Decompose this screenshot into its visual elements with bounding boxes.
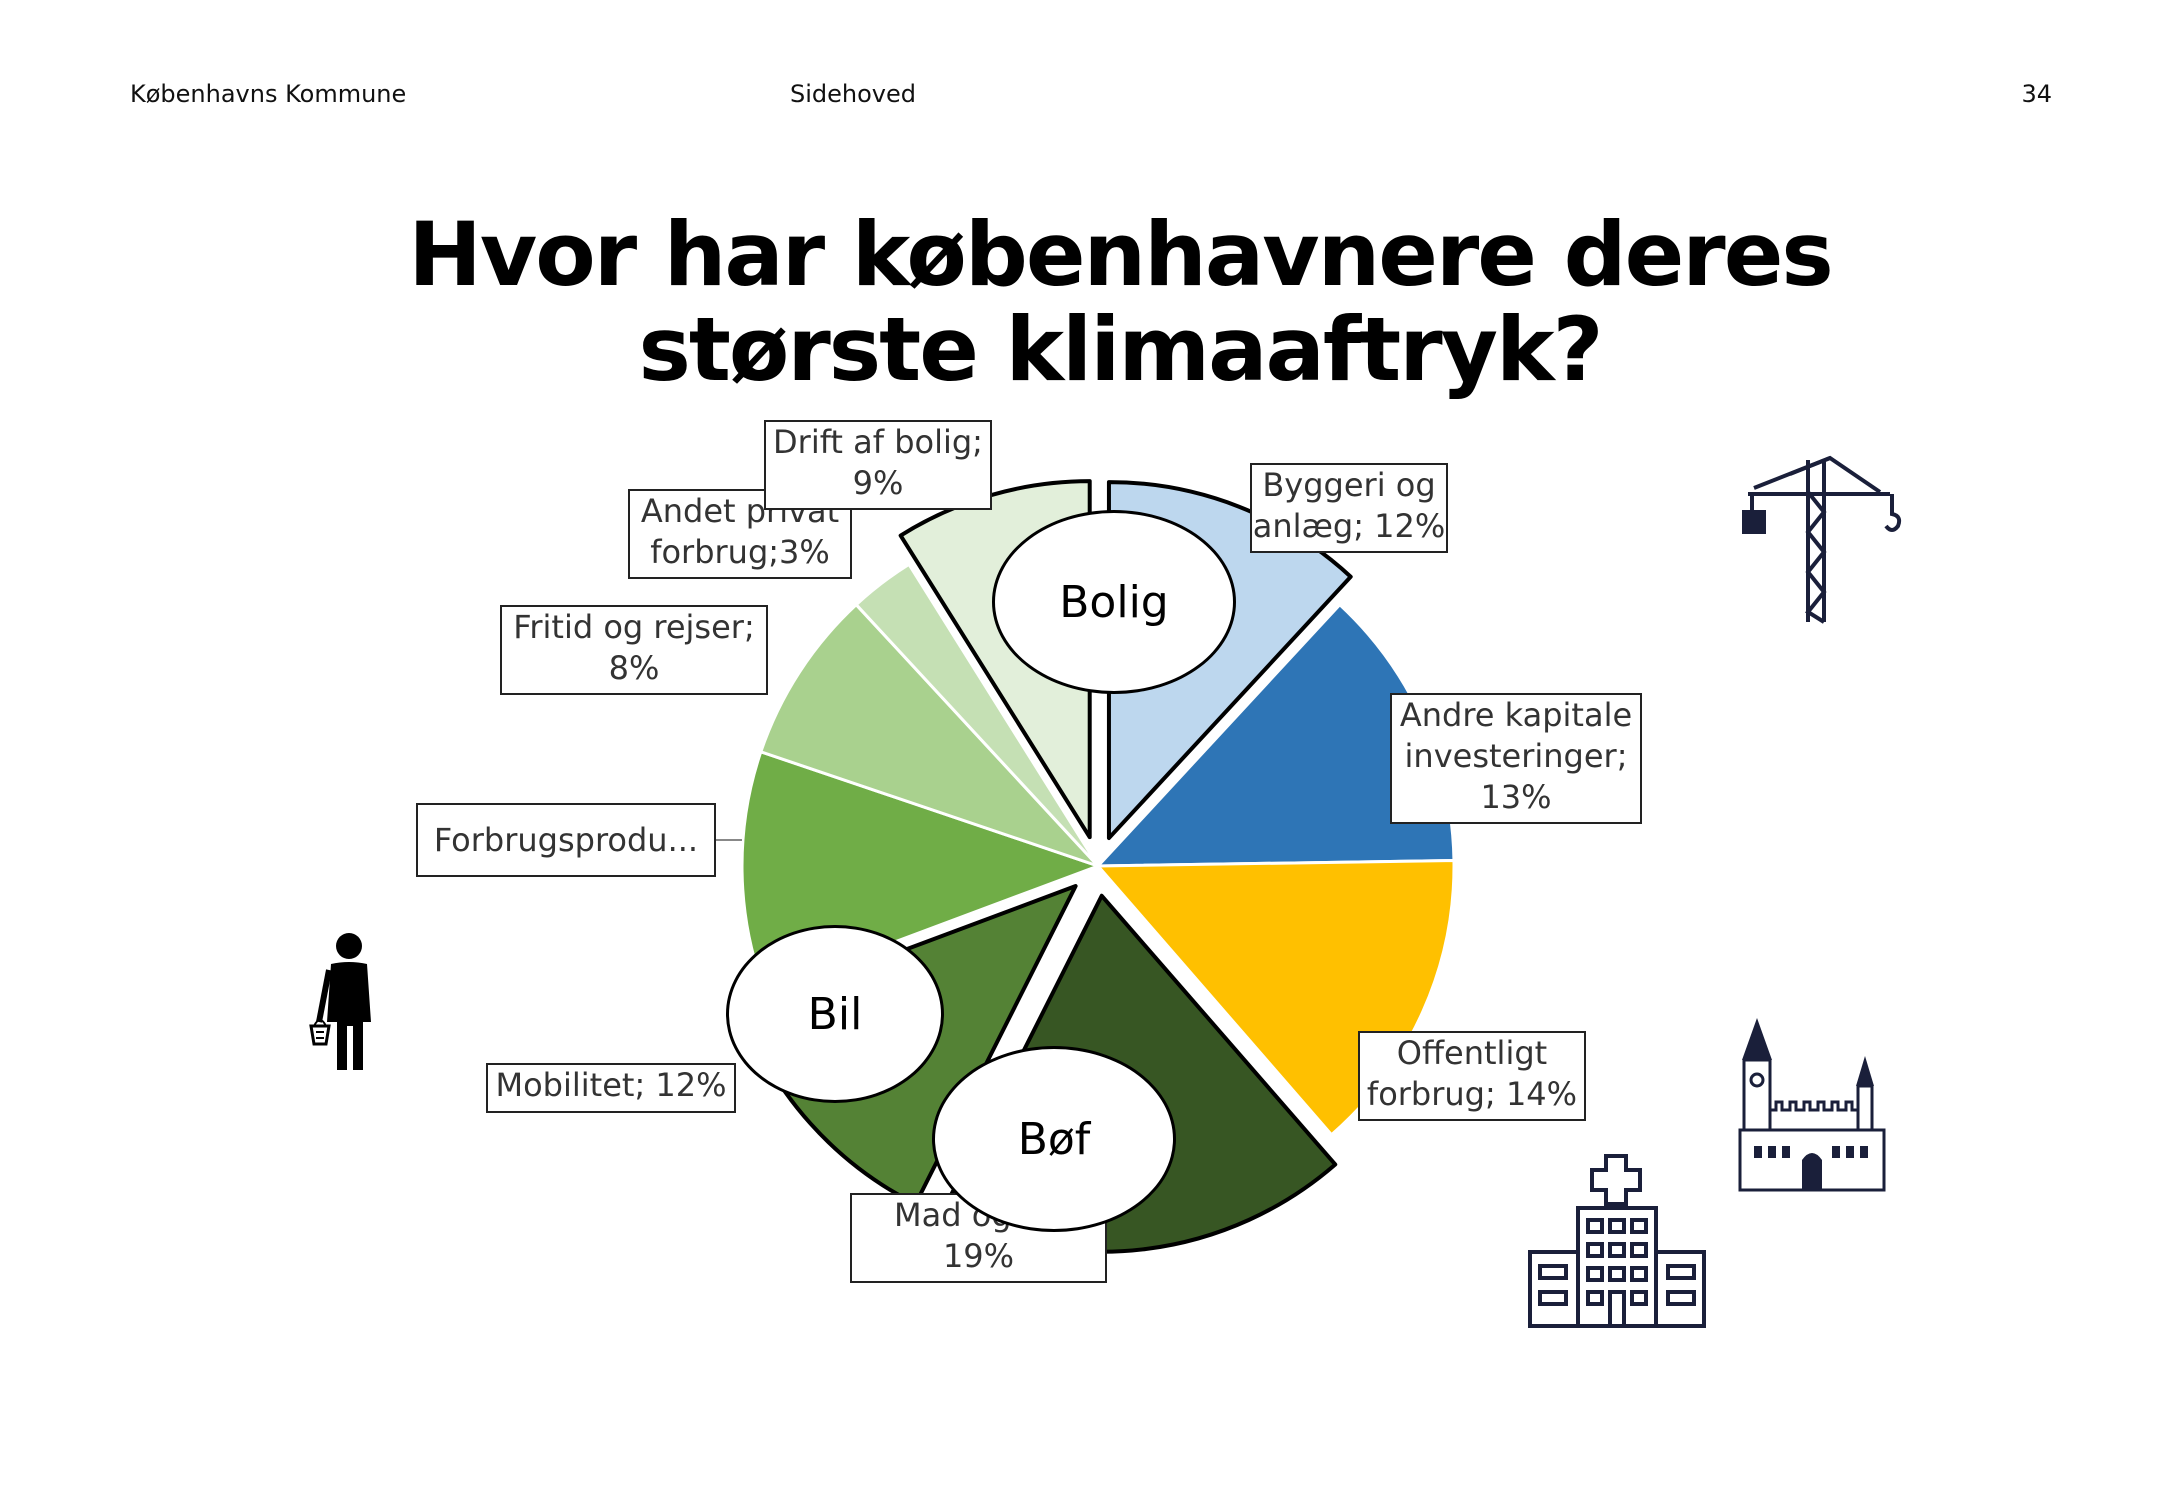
group-bolig-bubble: Bolig — [992, 510, 1236, 694]
construction-crane-icon — [1742, 455, 1902, 624]
data-label-byggeri: Byggeri og anlæg; 12% — [1250, 463, 1448, 553]
data-label-drift-af-bolig: Drift af bolig; 9% — [764, 420, 992, 510]
group-bil-bubble: Bil — [726, 925, 944, 1103]
hospital-icon — [1528, 1154, 1706, 1328]
data-label-forbrugsprodukter: Forbrugsprodu... — [416, 803, 716, 877]
data-label-offentligt: Offentligt forbrug; 14% — [1358, 1031, 1586, 1121]
city-hall-icon — [1738, 1018, 1886, 1192]
data-label-mobilitet: Mobilitet; 12% — [486, 1063, 736, 1113]
data-label-andre-kapitale: Andre kapitale investeringer; 13% — [1390, 693, 1642, 824]
person-with-basket-icon — [309, 933, 371, 1070]
group-bof-bubble: Bøf — [932, 1046, 1176, 1232]
data-label-fritid: Fritid og rejser; 8% — [500, 605, 768, 695]
